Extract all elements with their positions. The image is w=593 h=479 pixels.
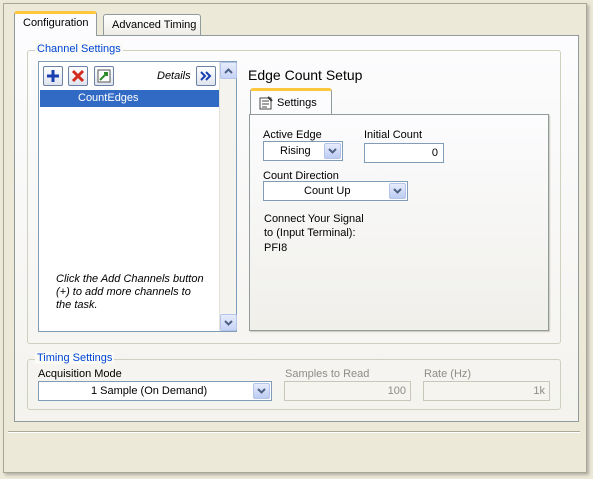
details-label: Details	[157, 70, 191, 82]
edit-channel-button[interactable]	[94, 66, 114, 86]
edit-icon	[97, 69, 111, 83]
scroll-down-button[interactable]	[220, 314, 237, 331]
samples-to-read-input: 100	[284, 381, 411, 401]
active-edge-value: Rising	[280, 145, 311, 157]
acquisition-mode-dropdown-button[interactable]	[253, 383, 270, 399]
samples-to-read-label: Samples to Read	[285, 368, 370, 380]
remove-channel-button[interactable]	[68, 66, 88, 86]
expand-icon	[200, 71, 212, 81]
channel-list-scrollbar[interactable]	[219, 62, 237, 331]
acquisition-mode-select[interactable]: 1 Sample (On Demand)	[38, 381, 272, 401]
tab-configuration[interactable]: Configuration	[14, 11, 98, 36]
input-terminal-value: PFI8	[264, 242, 288, 254]
add-icon	[47, 70, 59, 82]
channel-list[interactable]: Details CountEdges Click the Add Channel…	[38, 61, 237, 332]
chevron-up-icon	[224, 67, 233, 74]
edge-count-title: Edge Count Setup	[248, 67, 363, 83]
bottom-separator	[8, 431, 580, 433]
active-edge-label: Active Edge	[263, 129, 322, 141]
remove-icon	[71, 69, 85, 83]
rate-label: Rate (Hz)	[424, 368, 472, 380]
add-channels-hint: Click the Add Channels button (+) to add…	[56, 273, 204, 311]
active-edge-dropdown-button[interactable]	[324, 143, 341, 159]
acquisition-mode-label: Acquisition Mode	[38, 368, 122, 380]
initial-count-label: Initial Count	[364, 129, 423, 141]
count-direction-value: Count Up	[304, 185, 351, 197]
details-toggle-button[interactable]	[196, 66, 216, 86]
add-channel-button[interactable]	[43, 66, 63, 86]
chevron-down-icon	[257, 388, 266, 394]
acquisition-mode-value: 1 Sample (On Demand)	[91, 385, 208, 397]
scroll-up-button[interactable]	[220, 62, 237, 79]
tab-advanced-timing[interactable]: Advanced Timing	[103, 14, 201, 36]
rate-input: 1k	[423, 381, 550, 401]
chevron-down-icon	[328, 148, 337, 154]
active-edge-select[interactable]: Rising	[263, 141, 343, 161]
connect-signal-label: Connect Your Signal to (Input Terminal):	[264, 213, 364, 239]
chevron-down-icon	[393, 188, 402, 194]
chevron-down-icon	[224, 319, 233, 326]
channel-item-countedges[interactable]: CountEdges	[40, 90, 220, 107]
channel-settings-title: Channel Settings	[35, 43, 123, 55]
count-direction-dropdown-button[interactable]	[389, 183, 406, 199]
timing-settings-title: Timing Settings	[35, 352, 115, 364]
channel-item-label: CountEdges	[78, 92, 139, 104]
count-direction-select[interactable]: Count Up	[263, 181, 408, 201]
initial-count-input[interactable]: 0	[364, 143, 444, 163]
